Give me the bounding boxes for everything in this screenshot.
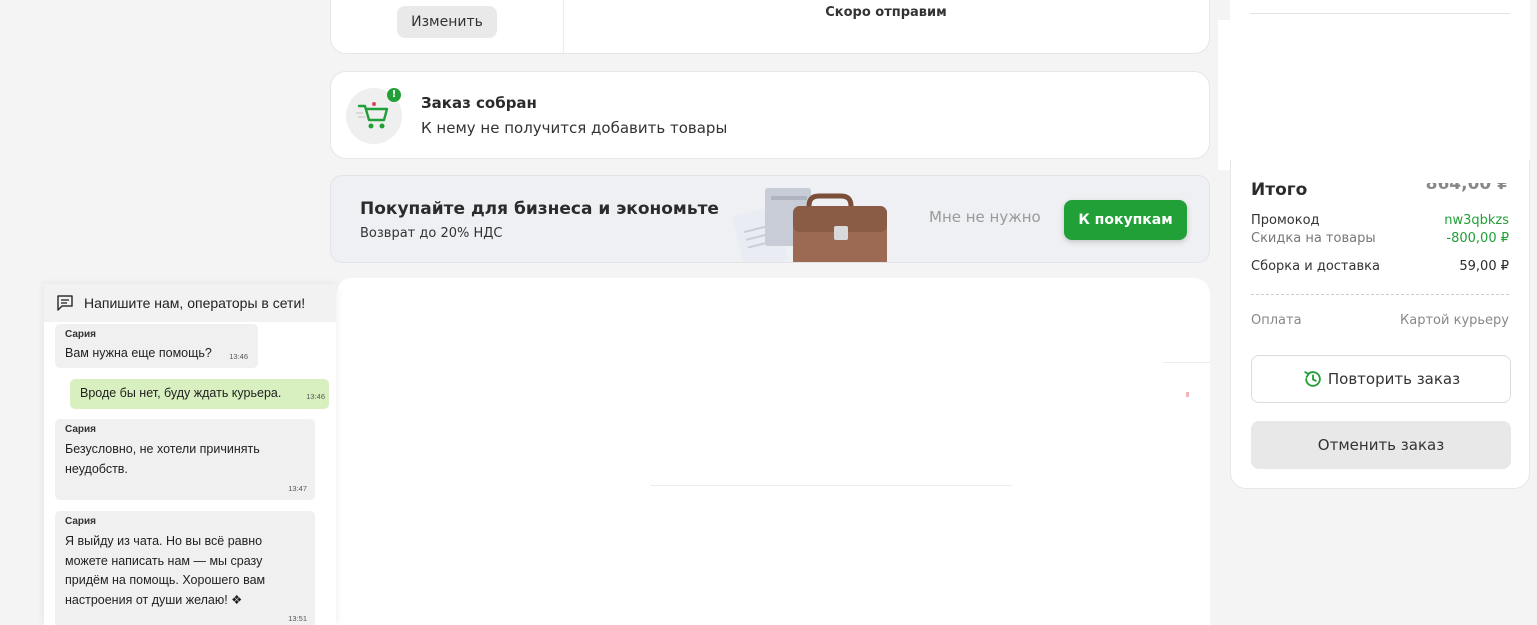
- payment-value: Картой курьеру: [1400, 313, 1509, 328]
- payment-label: Оплата: [1251, 313, 1302, 328]
- chat-message-user: Вроде бы нет, буду ждать курьера. 13:46: [70, 379, 329, 409]
- chat-header[interactable]: Напишите нам, операторы в сети!: [44, 284, 336, 322]
- chat-message-operator: Сария Я выйду из чата. Но вы всё равно м…: [55, 511, 315, 625]
- message-text: Безусловно, не хотели причинять неудобст…: [65, 442, 260, 476]
- total-label: Итого: [1251, 180, 1308, 200]
- discount-row: Скидка на товары -800,00 ₽: [1251, 231, 1509, 246]
- delivery-card: Изменить Скоро отправим: [330, 0, 1210, 54]
- divider-line: [650, 485, 1012, 486]
- message-text: Вам нужна еще помощь?: [65, 346, 212, 360]
- promo-value: nw3qbkzs: [1444, 213, 1509, 228]
- go-shopping-button[interactable]: К покупкам: [1064, 200, 1187, 240]
- order-collected-subtitle: К нему не получится добавить товары: [421, 119, 728, 137]
- cancel-order-button[interactable]: Отменить заказ: [1251, 421, 1511, 469]
- alert-badge: !: [387, 88, 401, 102]
- discount-label: Скидка на товары: [1251, 231, 1376, 246]
- message-time: 13:46: [306, 392, 325, 401]
- divider-line: [1250, 13, 1510, 14]
- message-author: Сария: [65, 329, 96, 340]
- summary-top-section: [1230, 0, 1530, 20]
- order-collected-title: Заказ собран: [421, 94, 537, 112]
- support-chat: Напишите нам, операторы в сети! Сария Ва…: [44, 284, 336, 625]
- message-time: 13:47: [288, 484, 307, 493]
- message-text: Вроде бы нет, буду ждать курьера.: [80, 386, 282, 400]
- total-value: 864,00 ₽: [1425, 174, 1509, 194]
- chat-bubble-icon: [57, 295, 73, 311]
- message-author: Сария: [65, 424, 96, 435]
- delivery-cost-row: Сборка и доставка 59,00 ₽: [1251, 259, 1509, 274]
- history-icon: [1304, 371, 1321, 387]
- message-time: 13:51: [288, 614, 307, 623]
- delivery-cost-value: 59,00 ₽: [1459, 259, 1509, 274]
- delivery-cost-label: Сборка и доставка: [1251, 259, 1380, 274]
- business-banner-title: Покупайте для бизнеса и экономьте: [360, 199, 719, 219]
- briefcase-illustration-icon: [732, 188, 887, 262]
- business-banner: Покупайте для бизнеса и экономьте Возвра…: [330, 175, 1210, 263]
- chat-message-operator: Сария Безусловно, не хотели причинять не…: [55, 419, 315, 500]
- scroll-marker: [1186, 392, 1189, 397]
- order-collected-card: ! Заказ собран К нему не получится добав…: [330, 71, 1210, 159]
- promo-label: Промокод: [1251, 213, 1320, 228]
- divider-line: [1163, 362, 1210, 363]
- chat-header-text: Напишите нам, операторы в сети!: [84, 295, 306, 311]
- promo-row: Промокод nw3qbkzs: [1251, 213, 1509, 228]
- content-area: [336, 278, 1210, 625]
- change-delivery-button[interactable]: Изменить: [397, 6, 497, 38]
- dismiss-banner-button[interactable]: Мне не нужно: [929, 208, 1041, 226]
- message-text: Я выйду из чата. Но вы всё равно можете …: [65, 534, 266, 607]
- order-summary-card: Итого 864,00 ₽ Промокод nw3qbkzs Скидка …: [1230, 160, 1530, 489]
- summary-blank-section: [1218, 20, 1530, 170]
- discount-value: -800,00 ₽: [1446, 231, 1509, 246]
- shipping-status: Скоро отправим: [825, 5, 947, 20]
- message-time: 13:46: [229, 352, 248, 361]
- message-author: Сария: [65, 516, 96, 527]
- dashed-divider: [1251, 294, 1509, 295]
- chat-message-operator: Сария Вам нужна еще помощь? 13:46: [55, 324, 258, 368]
- payment-row: Оплата Картой курьеру: [1251, 313, 1509, 328]
- business-banner-subtitle: Возврат до 20% НДС: [360, 226, 503, 241]
- repeat-order-button[interactable]: Повторить заказ: [1251, 355, 1511, 403]
- repeat-order-label: Повторить заказ: [1327, 370, 1461, 388]
